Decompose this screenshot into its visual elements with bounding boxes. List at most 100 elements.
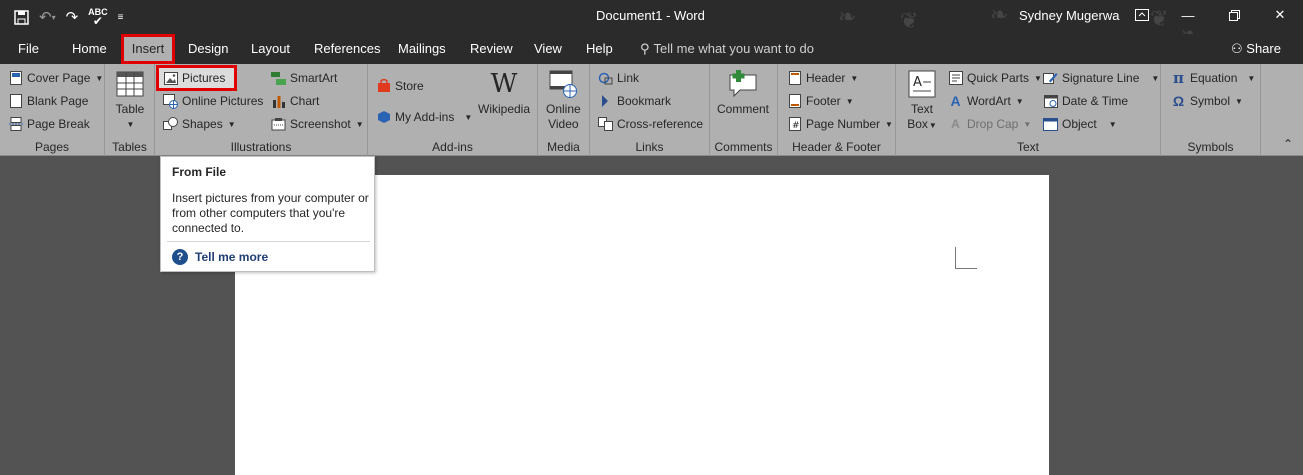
footer-button[interactable]: Footer ▼ [787, 91, 854, 111]
quick-parts-button[interactable]: Quick Parts ▼ [948, 68, 1042, 88]
drop-cap-label: Drop Cap [967, 117, 1019, 131]
bookmark-button[interactable]: Bookmark [598, 91, 671, 111]
undo-icon[interactable]: ↶ ▾ [39, 6, 56, 28]
user-name[interactable]: Sydney Mugerwa [1019, 8, 1119, 23]
smartart-label: SmartArt [290, 71, 338, 85]
group-label-comments: Comments [714, 140, 773, 154]
chevron-down-icon: ▼ [850, 73, 859, 83]
shapes-button[interactable]: Shapes ▼ [163, 114, 236, 134]
bookmark-icon [598, 94, 613, 109]
decorative-bird-icon: ❦ [900, 8, 919, 33]
ribbon-display-options-icon[interactable] [1119, 0, 1165, 30]
minimize-icon[interactable]: — [1165, 0, 1211, 30]
tab-design[interactable]: Design [188, 34, 228, 64]
chart-button[interactable]: Chart [271, 91, 319, 111]
page-break-button[interactable]: Page Break [8, 114, 90, 134]
decorative-branch-icon: ❧ [990, 2, 1009, 27]
store-button[interactable]: Store [376, 76, 424, 96]
store-label: Store [395, 79, 424, 93]
tab-help[interactable]: Help [586, 34, 613, 64]
drop-cap-button[interactable]: A Drop Cap ▼ [948, 114, 1031, 134]
wikipedia-button[interactable]: W Wikipedia [478, 68, 530, 117]
equation-button[interactable]: π Equation ▼ [1171, 68, 1255, 88]
blank-page-button[interactable]: Blank Page [8, 91, 88, 111]
smartart-button[interactable]: SmartArt [271, 68, 337, 88]
date-time-label: Date & Time [1062, 94, 1129, 108]
tab-references[interactable]: References [314, 34, 380, 64]
tab-file[interactable]: File [18, 34, 39, 64]
comment-icon [727, 68, 759, 100]
group-label-media: Media [547, 140, 580, 154]
header-button[interactable]: Header ▼ [787, 68, 858, 88]
group-addins: Store My Add-ins ▼ W Wikipedia Add-ins [368, 64, 538, 156]
chevron-down-icon: ▼ [464, 112, 473, 122]
shapes-icon [163, 117, 178, 132]
signature-line-button[interactable]: Signature Line ▼ [1043, 68, 1159, 88]
quick-access-toolbar: ↶ ▾ ↷ ABC ✔ ≡ [14, 6, 124, 28]
pi-icon: π [1173, 69, 1184, 87]
tab-home[interactable]: Home [72, 34, 107, 64]
tooltip-title: From File [172, 165, 227, 179]
share-button[interactable]: ⚇ Share [1231, 34, 1281, 64]
pictures-button[interactable]: Pictures [156, 65, 237, 91]
page-number-button[interactable]: # Page Number ▼ [787, 114, 893, 134]
blank-page-label: Blank Page [27, 94, 89, 108]
table-button[interactable]: Table ▼ [114, 68, 146, 132]
group-comments: Comment Comments [710, 64, 778, 156]
chart-label: Chart [290, 94, 320, 108]
group-links: Link Bookmark Cross-reference Links [590, 64, 710, 156]
tab-review[interactable]: Review [470, 34, 513, 64]
svg-text:#: # [792, 121, 800, 131]
symbol-button[interactable]: Ω Symbol ▼ [1171, 91, 1243, 111]
page-number-label: Page Number [806, 117, 881, 131]
collapse-ribbon-icon[interactable]: ⌃ [1283, 137, 1293, 151]
redo-icon[interactable]: ↷ [66, 6, 79, 28]
group-label-links: Links [635, 140, 664, 154]
tab-layout[interactable]: Layout [251, 34, 290, 64]
wordart-button[interactable]: A WordArt ▼ [948, 91, 1024, 111]
title-bar: ❧ ❦ ❧ ❦ ❧ ↶▾ ↷ ABC✔ ≡ Document1 - Word S… [0, 0, 1303, 47]
tab-view[interactable]: View [534, 34, 562, 64]
tab-mailings[interactable]: Mailings [398, 34, 446, 64]
signature-line-label: Signature Line [1062, 71, 1140, 85]
calendar-icon [1043, 94, 1058, 109]
chevron-down-icon: ▼ [1034, 73, 1042, 83]
chevron-down-icon: ▼ [1247, 73, 1256, 83]
tooltip-body: Insert pictures from your computer or fr… [172, 191, 369, 235]
group-header-footer: Header ▼ Footer ▼ # Page Number ▼ Header & … [778, 64, 896, 156]
text-box-icon: A [906, 68, 938, 100]
comment-button[interactable]: Comment [717, 68, 769, 117]
cross-reference-button[interactable]: Cross-reference [598, 114, 703, 134]
pictures-label: Pictures [182, 71, 226, 85]
restore-icon[interactable] [1211, 0, 1257, 30]
customize-qat-icon[interactable]: ≡ [118, 6, 124, 28]
close-icon[interactable]: ✕ [1257, 0, 1303, 30]
date-time-button[interactable]: Date & Time [1043, 91, 1128, 111]
online-pictures-button[interactable]: Online Pictures [163, 91, 263, 111]
link-label: Link [617, 71, 640, 85]
tab-insert[interactable]: Insert [121, 34, 175, 64]
tell-me-search[interactable]: ⚲ Tell me what you want to do [640, 34, 814, 64]
bookmark-label: Bookmark [617, 94, 672, 108]
my-addins-button[interactable]: My Add-ins ▼ [376, 107, 472, 127]
save-icon[interactable] [14, 6, 29, 28]
document-title: Document1 - Word [596, 8, 705, 23]
screenshot-icon [271, 117, 286, 132]
online-video-button[interactable]: Online Video [546, 68, 581, 132]
text-box-button[interactable]: A Text Box▼ [906, 68, 938, 133]
chevron-down-icon: ▼ [227, 119, 236, 129]
page-number-icon: # [787, 117, 802, 132]
pictures-icon [163, 71, 178, 86]
spelling-check-icon[interactable]: ABC ✔ [88, 6, 108, 28]
cover-page-button[interactable]: Cover Page ▼ [8, 68, 103, 88]
person-icon: ⚇ [1231, 41, 1243, 56]
screenshot-button[interactable]: Screenshot ▼ [271, 114, 364, 134]
online-pictures-icon [163, 93, 178, 109]
decorative-bird-icon: ❧ [838, 4, 857, 29]
link-button[interactable]: Link [598, 68, 639, 88]
tell-me-more-link[interactable]: ? Tell me more [172, 249, 268, 265]
object-button[interactable]: Object ▼ [1043, 114, 1117, 134]
search-icon: ⚲ [640, 41, 650, 56]
footer-label: Footer [806, 94, 841, 108]
chevron-down-icon: ▼ [1015, 96, 1024, 106]
